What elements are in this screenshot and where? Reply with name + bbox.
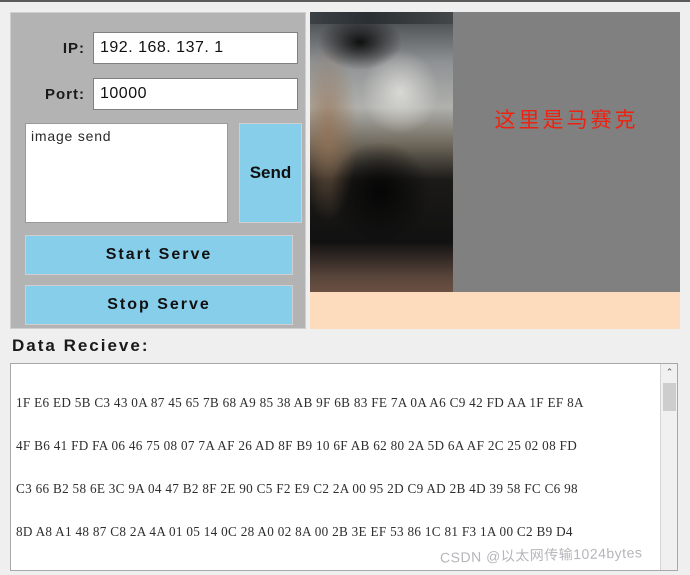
message-textarea[interactable]: image send [25,123,228,223]
video-top-strip [310,12,453,24]
mosaic-placeholder-panel: 这里是马赛克 [453,12,680,292]
connection-control-panel: IP: 192. 168. 137. 1 Port: 10000 image s… [10,12,306,329]
mosaic-notice-text: 这里是马赛克 [494,108,639,132]
send-button[interactable]: Send [239,123,302,223]
stop-serve-button[interactable]: Stop Serve [25,285,293,325]
hex-line: 4C A7 D2 A8 99 B3 DE 90 0D DC 0D 14 0C 5… [16,568,661,570]
window-top-border [0,0,690,2]
data-receive-box: 1F E6 ED 5B C3 43 0A 87 45 65 7B 68 A9 8… [10,363,678,571]
blurred-photo-image [310,12,453,292]
message-send-row: image send Send [25,123,302,223]
blurred-camera-frame [310,12,453,292]
port-input[interactable]: 10000 [93,78,298,110]
hex-line: 4F B6 41 FD FA 06 46 75 08 07 7A AF 26 A… [16,438,578,454]
scrollbar-thumb[interactable] [663,383,676,411]
hex-line: 1F E6 ED 5B C3 43 0A 87 45 65 7B 68 A9 8… [16,394,584,410]
ip-field-row: IP: 192. 168. 137. 1 [11,31,307,65]
application-window: IP: 192. 168. 137. 1 Port: 10000 image s… [0,0,690,575]
hex-line: 8D A8 A1 48 87 C8 2A 4A 01 05 14 0C 28 A… [16,524,573,540]
hex-line: C3 66 B2 58 6E 3C 9A 04 47 B2 8F 2E 90 C… [16,481,578,497]
scroll-up-arrow-icon[interactable]: ⌃ [661,364,677,381]
peach-status-strip [310,292,680,329]
data-receive-label: Data Recieve: [12,336,150,355]
hex-dump-content[interactable]: 1F E6 ED 5B C3 43 0A 87 45 65 7B 68 A9 8… [11,364,661,570]
start-serve-button[interactable]: Start Serve [25,235,293,275]
data-receive-scrollbar[interactable]: ⌃ [660,364,677,570]
ip-label: IP: [62,39,85,57]
ip-input[interactable]: 192. 168. 137. 1 [93,32,298,64]
port-field-row: Port: 10000 [11,77,307,111]
port-label: Port: [45,85,85,103]
media-preview-area: 这里是马赛克 [310,12,680,329]
